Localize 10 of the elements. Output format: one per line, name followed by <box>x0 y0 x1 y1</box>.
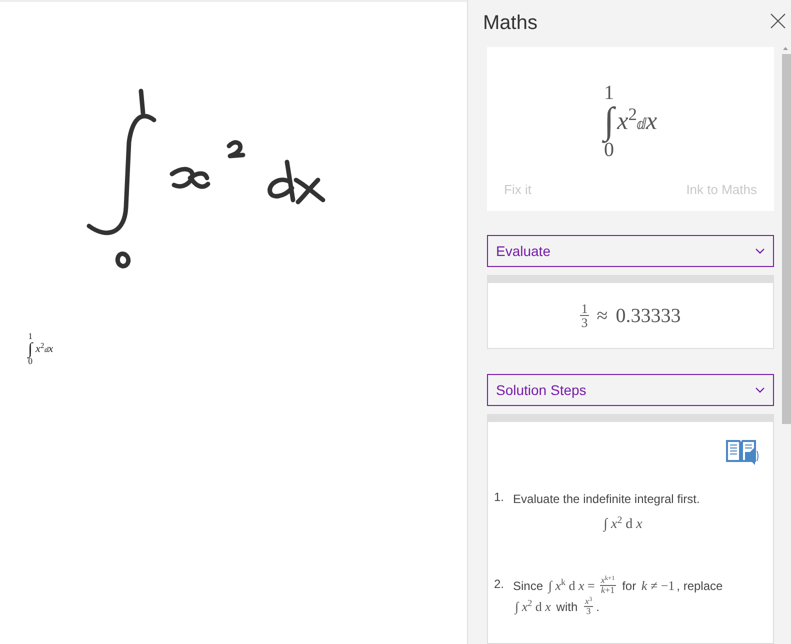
dropdown[interactable]: Evaluate <box>487 235 774 267</box>
pane-title: Maths <box>483 11 538 36</box>
step-number: 2. <box>494 576 504 593</box>
close-icon[interactable] <box>769 12 787 30</box>
dropdown[interactable]: Solution Steps <box>487 374 774 406</box>
chevron-down-icon <box>755 248 765 254</box>
step-text: Evaluate the indefinite integral first. <box>513 490 701 508</box>
chevron-down-icon <box>755 387 765 393</box>
step-number: 1. <box>494 489 504 506</box>
step-formula: ∫ x$^{2}$ d x <box>602 514 644 534</box>
